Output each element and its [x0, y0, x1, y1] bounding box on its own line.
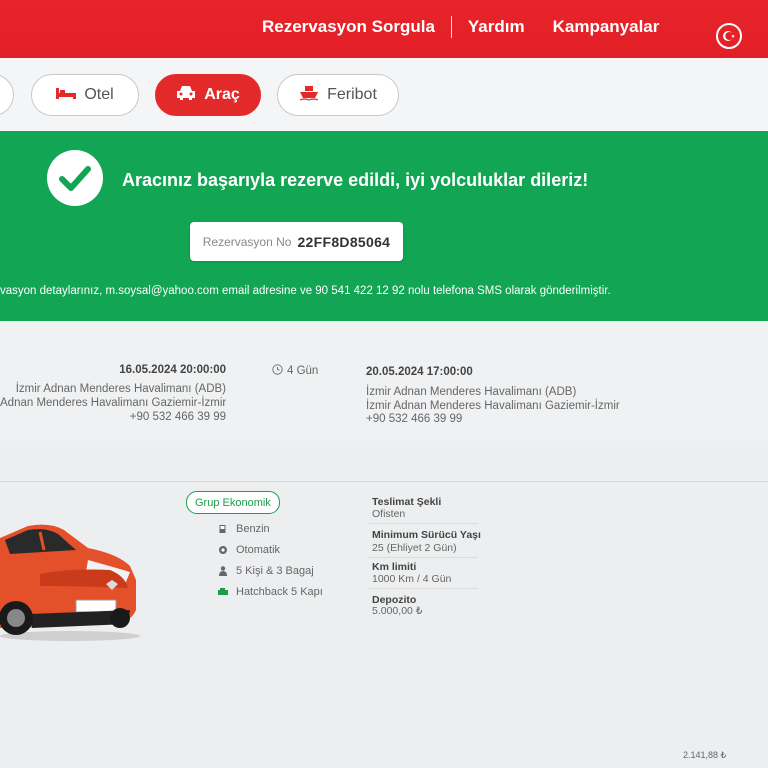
gear-icon: [218, 545, 228, 555]
tab-hotel[interactable]: Otel: [31, 74, 139, 116]
pickup-phone: +90 532 466 39 99: [129, 411, 226, 423]
top-nav: Rezervasyon Sorgula Yardım Kampanyalar: [262, 16, 659, 38]
pickup-location: İzmir Adnan Menderes Havalimanı (ADB): [15, 383, 226, 395]
spec-divider: [368, 523, 478, 524]
reservation-number-box: Rezervasyon No 22FF8D85064: [190, 222, 403, 261]
ferry-icon: [299, 85, 319, 106]
spec-divider: [368, 588, 478, 589]
feature-fuel-label: Benzin: [236, 523, 270, 535]
clock-icon: [272, 364, 283, 378]
car-icon: [176, 85, 196, 106]
car-body-icon: [218, 587, 228, 597]
bed-icon: [56, 86, 77, 105]
check-icon: [47, 150, 103, 206]
dropoff-location: İzmir Adnan Menderes Havalimanı (ADB): [366, 386, 577, 398]
spec-min-age-value: 25 (Ehliyet 2 Gün): [372, 542, 457, 554]
dropoff-phone: +90 532 466 39 99: [366, 413, 463, 425]
spec-min-age-label: Minimum Sürücü Yaşı: [372, 529, 481, 541]
nav-campaigns[interactable]: Kampanyalar: [553, 17, 660, 37]
nav-reservation-query[interactable]: Rezervasyon Sorgula: [262, 17, 435, 37]
dropoff-address: İzmir Adnan Menderes Havalimanı Gaziemir…: [366, 400, 620, 412]
feature-body-label: Hatchback 5 Kapı: [236, 586, 323, 598]
car-group-badge: Grup Ekonomik: [186, 491, 280, 514]
duration-text: 4 Gün: [287, 365, 319, 377]
top-header: Rezervasyon Sorgula Yardım Kampanyalar: [0, 0, 768, 58]
spec-deposit-value: 5.000,00 ₺: [372, 605, 423, 617]
nav-divider: [450, 16, 452, 38]
feature-fuel: Benzin: [218, 523, 270, 535]
fuel-icon: [218, 524, 228, 534]
notification-text: vasyon detaylarınız, m.soysal@yahoo.com …: [0, 285, 611, 297]
spec-km-value: 1000 Km / 4 Gün: [372, 573, 452, 585]
success-panel: Aracınız başarıyla rezerve edildi, iyi y…: [0, 131, 768, 321]
spec-delivery-label: Teslimat Şekli: [372, 496, 442, 508]
total-price: 2.141,88 ₺: [683, 750, 727, 760]
tab-partial[interactable]: [0, 74, 14, 116]
tab-ferry-label: Feribot: [327, 86, 377, 103]
tab-ferry[interactable]: Feribot: [277, 74, 399, 116]
tab-hotel-label: Otel: [84, 86, 114, 103]
spec-km-label: Km limiti: [372, 561, 417, 573]
tab-car[interactable]: Araç: [155, 74, 261, 116]
feature-transmission: Otomatik: [218, 544, 280, 556]
feature-body: Hatchback 5 Kapı: [218, 586, 323, 598]
dropoff-datetime: 20.05.2024 17:00:00: [366, 366, 473, 378]
feature-capacity-label: 5 Kişi & 3 Bagaj: [236, 565, 314, 577]
turkey-flag-icon[interactable]: [716, 23, 742, 49]
person-icon: [218, 566, 228, 576]
pickup-datetime: 16.05.2024 20:00:00: [119, 364, 226, 376]
trip-details: 16.05.2024 20:00:00 İzmir Adnan Menderes…: [0, 321, 768, 442]
feature-transmission-label: Otomatik: [236, 544, 281, 556]
success-message: Aracınız başarıyla rezerve edildi, iyi y…: [122, 170, 589, 190]
spec-delivery-value: Ofisten: [372, 508, 406, 520]
pickup-address: Adnan Menderes Havalimanı Gaziemir-İzmir: [0, 397, 227, 409]
divider: [0, 481, 768, 482]
feature-capacity: 5 Kişi & 3 Bagaj: [218, 565, 314, 577]
spec-divider: [368, 557, 478, 558]
reservation-label: Rezervasyon No: [202, 234, 292, 249]
car-image: [0, 510, 140, 645]
tab-car-label: Araç: [204, 86, 240, 103]
nav-help[interactable]: Yardım: [468, 17, 525, 37]
duration: 4 Gün: [272, 364, 318, 378]
reservation-number: 22FF8D85064: [297, 233, 391, 250]
